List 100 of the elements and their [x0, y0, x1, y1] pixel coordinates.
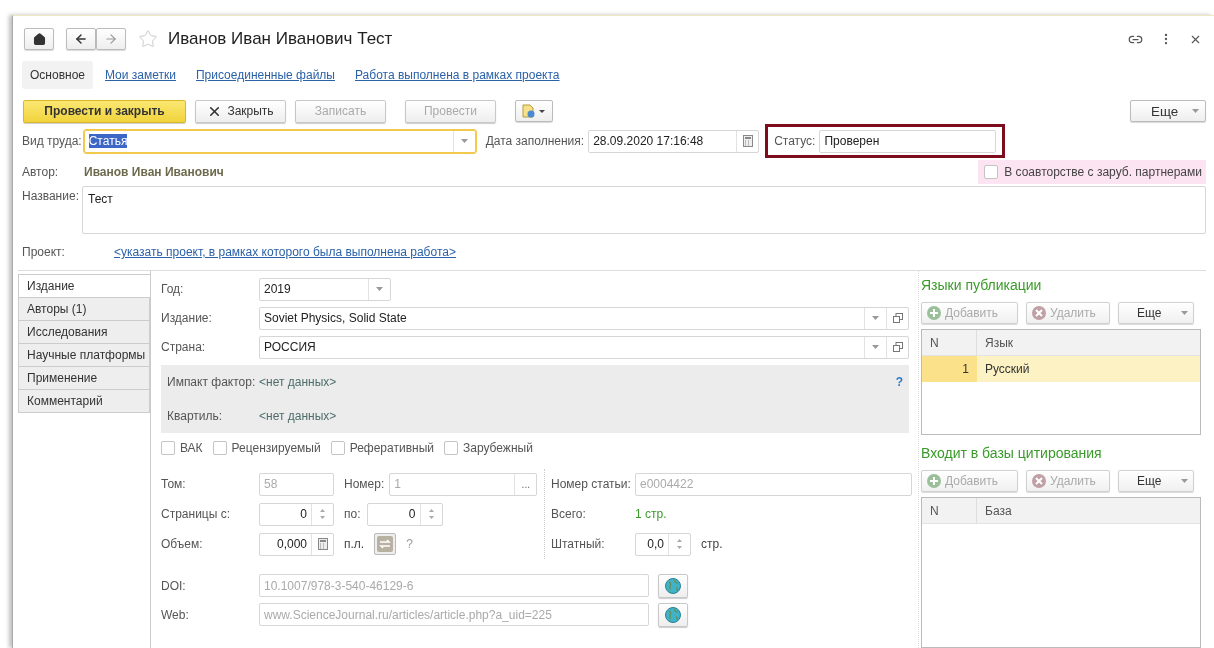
dropdown-icon: [1181, 479, 1188, 483]
project-link[interactable]: <указать проект, в рамках которого была выполнена работа>: [114, 245, 456, 259]
convert-button[interactable]: [374, 533, 397, 555]
input-field[interactable]: 28.09.2020 17:16:48: [588, 129, 760, 153]
checkbox[interactable]: В соавторстве с заруб. партнерами: [978, 160, 1206, 184]
checkbox[interactable]: Реферативный: [330, 441, 434, 455]
column-header[interactable]: База: [977, 498, 1200, 523]
spin-icon: [428, 507, 434, 521]
field-label: Статус:: [774, 134, 816, 148]
field-label: Квартиль:: [167, 409, 224, 423]
more-button[interactable]: Еще: [1130, 100, 1206, 122]
open-link-button[interactable]: [658, 573, 688, 598]
more-button[interactable]: Еще: [1118, 470, 1194, 492]
field-label: Том:: [161, 477, 187, 491]
input-field[interactable]: 0: [366, 502, 443, 526]
document-menu-icon: [522, 104, 546, 118]
input-field[interactable]: РОССИЯ: [259, 335, 909, 359]
open-link-button[interactable]: [658, 602, 688, 627]
input-field[interactable]: Soviet Physics, Solid State: [259, 306, 909, 330]
dropdown-icon: [1192, 109, 1199, 113]
field-label: Издание:: [161, 311, 213, 325]
field-label: DOI:: [161, 578, 187, 593]
field-label: Дата заполнения:: [485, 134, 585, 148]
nav-tab[interactable]: Основное: [22, 61, 93, 89]
column-header[interactable]: Язык: [977, 330, 1200, 355]
checkbox[interactable]: Зарубежный: [444, 441, 533, 455]
checkbox[interactable]: ВАК: [161, 441, 203, 455]
side-tab[interactable]: Авторы (1): [18, 297, 150, 321]
field-label: Штатный:: [551, 537, 606, 551]
table-cell-text: Русский: [984, 361, 1031, 378]
field-label: Web:: [161, 607, 190, 622]
side-tab[interactable]: Применение: [18, 366, 150, 390]
dropdown-icon: [376, 287, 383, 291]
delete-icon: [1032, 306, 1046, 320]
field-label: Вид труда:: [22, 134, 82, 148]
table-row[interactable]: 1 Русский: [922, 356, 1200, 382]
dropdown-icon: [1181, 311, 1188, 315]
open-icon: [892, 313, 903, 323]
globe-icon: [665, 606, 681, 623]
input-field[interactable]: 0,000: [259, 532, 334, 556]
open-icon: [892, 342, 903, 352]
nav-tab[interactable]: Присоединенные файлы: [188, 61, 343, 89]
dropdown-icon: [872, 345, 879, 349]
side-tab[interactable]: Исследования: [18, 320, 150, 344]
post-and-close-button[interactable]: Провести и закрыть: [23, 99, 186, 123]
field-label: Всего:: [551, 507, 587, 521]
spin-icon: [677, 537, 682, 551]
delete-icon: [1032, 474, 1046, 488]
window-title: Иванов Иван Иванович Тест: [168, 29, 393, 49]
calculator-icon: [317, 538, 328, 550]
close-button[interactable]: Закрыть: [195, 99, 286, 123]
column-header[interactable]: N: [922, 498, 977, 523]
forward-icon: [104, 32, 118, 46]
section-title: Языки публикации: [921, 277, 1043, 295]
field-label: Название:: [22, 189, 79, 203]
convert-icon: [377, 536, 394, 552]
dropdown-icon: [872, 316, 879, 320]
input-field[interactable]: 0: [259, 502, 334, 526]
side-tab[interactable]: Издание: [18, 274, 150, 298]
star-icon[interactable]: [138, 29, 158, 49]
side-tab[interactable]: Комментарий: [18, 389, 150, 413]
globe-icon: [665, 577, 681, 594]
calculator-icon: [742, 135, 753, 147]
field-value: <нет данных>: [259, 375, 337, 389]
nav-tab[interactable]: Работа выполнена в рамках проекта: [347, 61, 568, 89]
input-field[interactable]: Тест: [81, 186, 1206, 234]
field-label: по:: [344, 507, 361, 521]
side-tab[interactable]: Научные платформы: [18, 343, 150, 367]
field-label: Номер статьи:: [551, 477, 632, 491]
field-label: Проект:: [22, 245, 66, 259]
unit-label: стр.: [701, 537, 723, 551]
input-field[interactable]: Проверен: [819, 129, 997, 153]
home-button[interactable]: [24, 28, 54, 50]
field-label: Страна:: [161, 340, 207, 354]
field-label: Импакт фактор:: [167, 375, 257, 389]
dropdown-icon: [460, 139, 468, 143]
checkbox[interactable]: Рецензируемый: [212, 441, 321, 455]
nav-tab[interactable]: Мои заметки: [97, 61, 184, 89]
input-field[interactable]: Статья: [83, 129, 476, 153]
add-icon: [927, 474, 941, 488]
author-name: Иванов Иван Иванович: [84, 165, 224, 179]
field-label: Объем:: [161, 537, 204, 551]
page-count: 1 стр.: [635, 507, 667, 521]
field-label: Автор:: [22, 165, 60, 179]
more-button[interactable]: Еще: [1118, 302, 1194, 324]
home-icon: [32, 32, 46, 46]
section-title: Входит в базы цитирования: [921, 445, 1103, 463]
input-field[interactable]: 0,0: [635, 532, 691, 556]
field-label: Страницы с:: [161, 507, 231, 521]
document-menu-button[interactable]: [515, 100, 553, 122]
back-icon: [74, 32, 88, 46]
table-cell: 1: [922, 356, 977, 382]
back-button[interactable]: [66, 28, 96, 50]
column-header[interactable]: N: [922, 330, 977, 355]
unit-label: п.л.: [344, 537, 365, 551]
spin-icon: [320, 507, 325, 521]
add-icon: [927, 306, 941, 320]
field-value: <нет данных>: [259, 409, 337, 423]
help-link[interactable]: ?: [895, 375, 903, 389]
input-field[interactable]: 2019: [259, 277, 391, 301]
